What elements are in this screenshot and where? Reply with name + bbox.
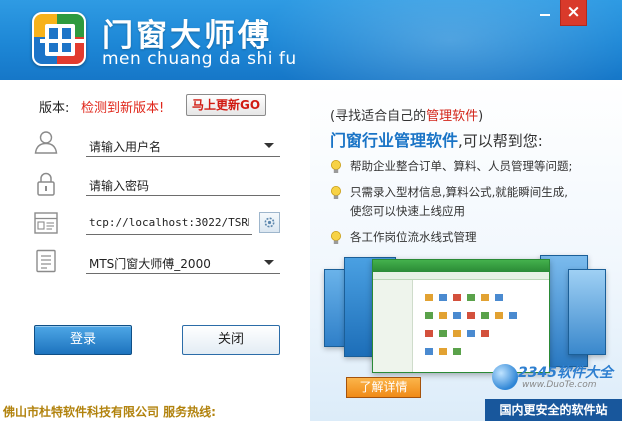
lightbulb-icon [331, 186, 341, 199]
server-address-value: tcp://localhost:3022/TSRMT. [89, 216, 249, 229]
gear-icon [264, 217, 275, 228]
server-address-field[interactable]: tcp://localhost:3022/TSRMT. [86, 211, 252, 235]
promo-intro: (寻找适合自己的管理软件) [330, 105, 483, 124]
lightbulb-icon [331, 231, 341, 244]
close-button[interactable]: 关闭 [182, 325, 280, 355]
version-label: 版本: [39, 101, 70, 116]
promo-headline-rest: ,可以帮到您: [458, 132, 543, 150]
server-icon [34, 212, 58, 234]
lightbulb-icon [331, 160, 341, 173]
feature-item: 只需录入型材信息,算料公式,就能瞬间生成, [350, 185, 568, 199]
login-button[interactable]: 登录 [34, 325, 132, 355]
title-bar: 门窗大师傅 men chuang da shi fu × [0, 0, 622, 80]
chevron-down-icon[interactable] [264, 260, 274, 265]
username-value: 请输入用户名 [89, 140, 162, 154]
server-config-button[interactable] [259, 212, 280, 233]
database-combobox[interactable]: MTS门窗大师傅_2000 [86, 250, 280, 274]
update-now-button[interactable]: 马上更新GO [186, 94, 266, 116]
minimize-button[interactable] [532, 0, 558, 22]
promo-intro-prefix: (寻找适合自己的 [330, 109, 427, 124]
user-icon [34, 131, 58, 154]
chevron-down-icon[interactable] [264, 143, 274, 148]
brand-name-en: men chuang da shi fu [102, 49, 297, 69]
screenshot-thumb [568, 269, 606, 355]
promo-headline-strong: 门窗行业管理软件 [330, 131, 459, 150]
learn-more-button[interactable]: 了解详情 [346, 377, 421, 398]
promo-panel: (寻找适合自己的管理软件) 门窗行业管理软件,可以帮到您: 帮助企业整合订单、算… [310, 80, 622, 421]
password-field[interactable]: 请输入密码 [86, 172, 280, 196]
watermark-globe-icon [492, 364, 518, 390]
promo-intro-suffix: ) [478, 109, 484, 124]
watermark-badge: 2345软件大全 www.DuoTe.com [486, 360, 618, 400]
feature-item: 帮助企业整合订单、算料、人员管理等问题; [350, 159, 573, 173]
feature-item: 各工作岗位流水线式管理 [350, 230, 477, 244]
watermark-strip: 国内更安全的软件站 [485, 399, 622, 421]
new-version-message: 检测到新版本! [81, 101, 165, 116]
screenshot-main [372, 259, 550, 373]
promo-intro-highlight: 管理软件 [426, 109, 479, 124]
database-list-icon [36, 249, 56, 273]
company-info: 佛山市杜特软件科技有限公司 服务热线: [3, 405, 216, 419]
login-panel: 版本: 检测到新版本! 马上更新GO 请输入用户名 请输入密码 tcp://lo… [0, 80, 310, 421]
app-logo-icon [32, 12, 86, 66]
password-placeholder: 请输入密码 [89, 179, 150, 193]
watermark-url: www.DuoTe.com [522, 380, 597, 390]
window-close-button[interactable]: × [560, 0, 587, 26]
watermark-title: 2345软件大全 [518, 365, 613, 381]
database-value: MTS门窗大师傅_2000 [89, 257, 211, 271]
minimize-icon [540, 14, 550, 16]
lock-icon [37, 172, 55, 196]
username-combobox[interactable]: 请输入用户名 [86, 133, 280, 157]
promo-headline: 门窗行业管理软件,可以帮到您: [330, 127, 543, 151]
feature-item: 使您可以快速上线应用 [350, 204, 465, 218]
